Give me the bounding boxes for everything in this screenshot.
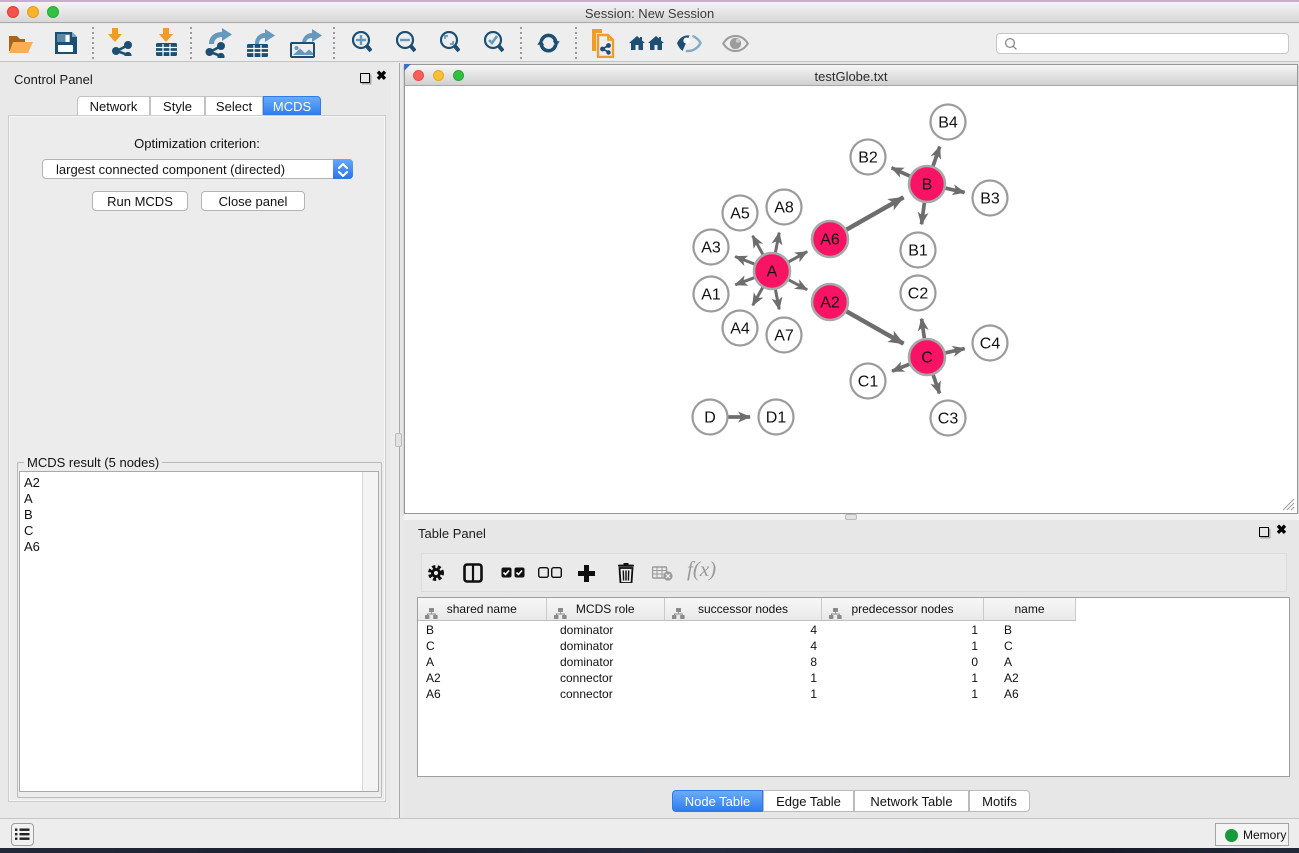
svg-text:A5: A5 [730, 206, 750, 223]
svg-text:B: B [922, 177, 933, 194]
svg-text:A8: A8 [774, 200, 794, 217]
svg-text:B2: B2 [858, 150, 878, 167]
svg-text:B3: B3 [980, 191, 1000, 208]
svg-text:C: C [921, 350, 933, 367]
svg-text:A2: A2 [820, 295, 840, 312]
svg-text:A3: A3 [701, 240, 721, 257]
svg-text:D: D [704, 410, 716, 427]
svg-text:A6: A6 [820, 232, 840, 249]
svg-text:C4: C4 [980, 336, 1001, 353]
svg-text:C3: C3 [938, 411, 959, 428]
svg-text:A7: A7 [774, 328, 794, 345]
svg-text:C2: C2 [908, 286, 929, 303]
svg-text:A1: A1 [701, 287, 721, 304]
svg-text:A: A [767, 264, 778, 281]
svg-text:B4: B4 [938, 115, 958, 132]
svg-text:C1: C1 [858, 374, 879, 391]
svg-text:B1: B1 [908, 243, 928, 260]
svg-text:A4: A4 [730, 321, 750, 338]
svg-text:D1: D1 [766, 410, 787, 427]
